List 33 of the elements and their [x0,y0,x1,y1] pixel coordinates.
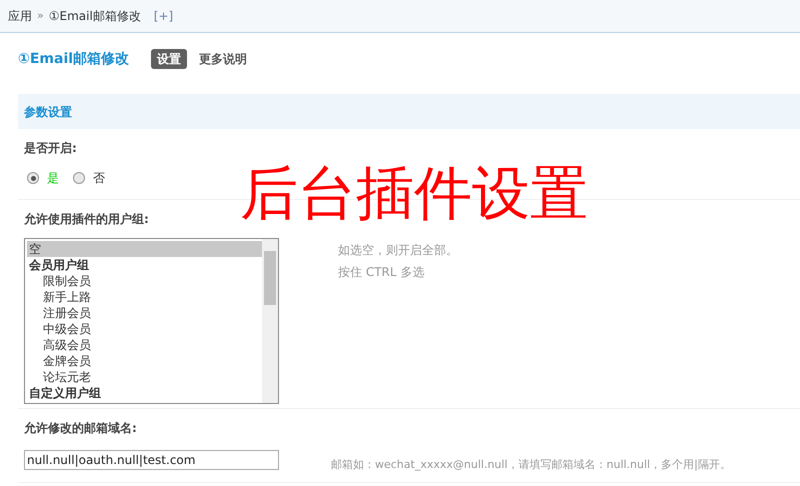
field-label: 允许使用插件的用户组: [24,211,150,228]
list-option[interactable]: 限制会员 [27,273,262,289]
list-option[interactable]: 新手上路 [27,289,262,305]
input-field[interactable]: null.null|oauth.null|test.com [24,450,279,470]
breadcrumb-link[interactable]: ①Email邮箱修改 [48,7,141,25]
list-option[interactable]: 空 [27,241,262,257]
list-option[interactable]: 注册会员 [27,305,262,321]
radio-button[interactable] [73,172,85,184]
hint-text: 邮箱如：wechat_xxxxx@null.null，请填写邮箱域名：null.null，多个用|隔开。 [331,457,731,473]
breadcrumb-link[interactable]: 应用 [8,7,32,25]
list-option[interactable]: 会员用户组 [27,257,262,273]
hint-text: 如选空，则开启全部。 [338,242,458,259]
annotation-text: 后台插件设置 [240,158,588,228]
list-option[interactable]: 高级会员 [27,337,262,353]
breadcrumb-separator: » [37,8,44,24]
hint-text: 按住 CTRL 多选 [338,264,426,281]
radio-button[interactable] [27,172,39,184]
section-title: 参数设置 [24,104,72,120]
list-option[interactable]: 论坛元老 [27,369,262,385]
field-label: 是否开启: [24,140,78,157]
list-option[interactable]: 金牌会员 [27,353,262,369]
tab[interactable]: 设置 [151,49,188,69]
group-listbox[interactable]: 空 会员用户组 限制会员 新手上路 注册会员 中级会员 高级会员 金牌会员 论坛元老 自定义用户组 [24,238,279,404]
radio-label: 否 [93,170,105,187]
field-label: 允许修改的邮箱域名: [24,420,138,437]
scrollbar[interactable] [262,239,278,403]
tab[interactable]: 更多说明 [193,49,254,69]
radio-label: 是 [47,170,59,187]
plugin-title: ①Email邮箱修改 [18,50,130,68]
scrollbar-thumb[interactable] [264,251,276,305]
add-link[interactable]: [+] [154,7,174,25]
list-option[interactable]: 自定义用户组 [27,385,262,401]
list-option[interactable]: 中级会员 [27,321,262,337]
